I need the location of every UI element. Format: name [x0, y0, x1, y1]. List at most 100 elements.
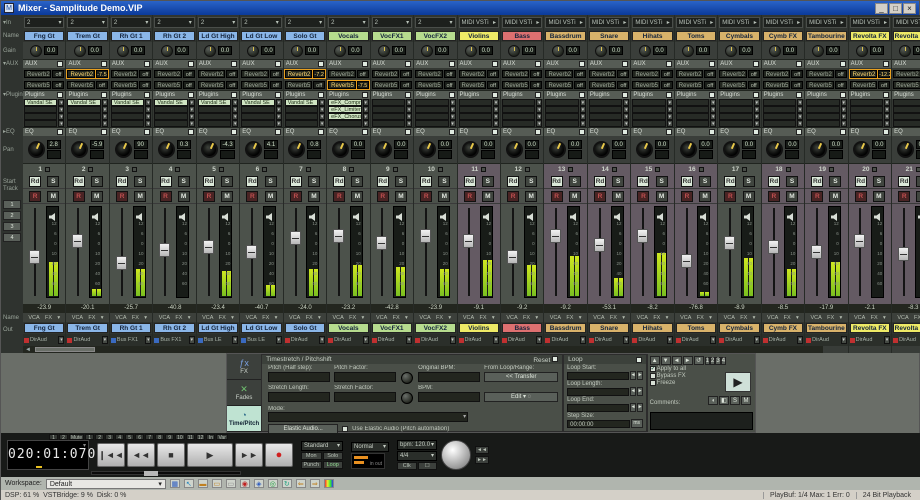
fader-handle[interactable] — [854, 234, 865, 248]
minimize-button[interactable]: _ — [875, 3, 888, 14]
send-slot[interactable]: Reverb5 — [763, 81, 790, 89]
output-select[interactable]: DirAud▾ — [588, 334, 630, 346]
eq-checkbox[interactable] — [579, 129, 585, 135]
plugins-header[interactable]: Plugins — [371, 90, 413, 99]
send-slot[interactable]: Reverb5 — [24, 81, 51, 89]
eq-header[interactable]: EQ — [284, 127, 326, 136]
chevron-down-icon[interactable]: ▾ — [493, 106, 499, 113]
send-value[interactable]: off — [878, 81, 890, 89]
send-value[interactable]: off — [530, 81, 542, 89]
output-select[interactable]: DirAud▾ — [414, 334, 456, 346]
snapshot-button[interactable]: 4 — [721, 357, 726, 365]
fader-handle[interactable] — [333, 229, 344, 243]
plugin-slot[interactable]: ▾ — [198, 120, 238, 127]
object-icon[interactable]: ▭ — [212, 479, 222, 488]
aux-header[interactable]: AUX — [197, 59, 239, 68]
aux-checkbox[interactable] — [144, 61, 150, 67]
channel-name-bottom[interactable]: Hihats — [632, 323, 672, 333]
chevron-down-icon[interactable]: ▾ — [797, 336, 803, 344]
fader-handle[interactable] — [203, 240, 214, 254]
send-value[interactable]: off — [574, 70, 586, 78]
plugin-empty[interactable] — [806, 99, 839, 106]
record-button[interactable]: Rd — [160, 176, 172, 187]
volume-fader[interactable] — [769, 206, 778, 298]
chevron-down-icon[interactable]: ▾ — [406, 106, 412, 113]
plugin-empty[interactable] — [24, 120, 57, 127]
plugin-empty[interactable] — [198, 106, 231, 113]
nudge-back-button[interactable]: ◄◄ — [475, 446, 489, 454]
channel-name[interactable]: Rh Gt 1 — [111, 31, 151, 41]
plugin-slot[interactable]: ▾ — [893, 120, 920, 127]
send-value[interactable]: off — [617, 81, 629, 89]
chevron-down-icon[interactable]: ▾ — [667, 106, 673, 113]
aux-checkbox[interactable] — [275, 61, 281, 67]
plugins-header[interactable]: Plugins — [762, 90, 804, 99]
plugin-empty[interactable] — [285, 106, 318, 113]
fx-button[interactable]: FX — [871, 315, 878, 321]
send-value[interactable]: off — [487, 70, 499, 78]
chevron-down-icon[interactable]: ▾ — [102, 120, 108, 127]
send-slot[interactable]: Reverb5 — [415, 81, 442, 89]
lock-icon[interactable]: ◧ — [719, 396, 729, 405]
gain-knob[interactable] — [378, 45, 390, 57]
record-button[interactable]: ● — [265, 443, 293, 467]
undo-icon[interactable]: ↺ — [694, 356, 704, 365]
send-value[interactable]: off — [139, 81, 151, 89]
fx-play-button[interactable]: ▶ — [725, 372, 751, 392]
gain-knob[interactable] — [682, 45, 694, 57]
plugin-empty[interactable] — [719, 106, 752, 113]
aux-header[interactable]: AUX — [631, 59, 673, 68]
channel-name-bottom[interactable]: Trem Gt — [67, 323, 107, 333]
volume-fader[interactable] — [204, 206, 213, 298]
plugin-slot[interactable]: ▾ — [415, 120, 455, 127]
mode-button[interactable]: Mon — [301, 452, 322, 460]
record-button[interactable]: Rd — [507, 176, 519, 187]
chevron-down-icon[interactable]: ▾ — [363, 106, 369, 113]
volume-fader[interactable] — [812, 206, 821, 298]
eq-header[interactable]: EQ — [762, 127, 804, 136]
range-button[interactable]: Var — [216, 434, 227, 440]
tab-fx[interactable]: ƒxFX — [227, 354, 261, 380]
pan-knob[interactable] — [332, 141, 349, 158]
click-button[interactable]: Clk — [397, 462, 417, 470]
solo-button[interactable]: S — [829, 176, 841, 187]
send-slot[interactable]: Reverb2 — [502, 70, 529, 78]
plugin-empty[interactable] — [676, 120, 709, 127]
plugin-slot[interactable]: ▾ — [285, 113, 325, 120]
send-value[interactable]: off — [835, 81, 847, 89]
mute-button[interactable]: M — [221, 191, 233, 202]
send-value[interactable]: off — [139, 70, 151, 78]
aux-checkbox[interactable] — [709, 61, 715, 67]
plugins-checkbox[interactable] — [492, 92, 498, 98]
plugin-slot[interactable]: ▾ — [24, 120, 64, 127]
aux-header[interactable]: AUX — [110, 59, 152, 68]
move-down-button[interactable]: ▼ — [661, 356, 671, 365]
aux-header[interactable]: AUX — [66, 59, 108, 68]
gain-knob[interactable] — [291, 45, 303, 57]
loop-length-input[interactable] — [567, 388, 629, 396]
send-value[interactable]: off — [183, 81, 195, 89]
eq-checkbox[interactable] — [883, 129, 889, 135]
plugin-slot[interactable]: eFX_Compressor▾ — [328, 99, 368, 106]
nudge-forward-button[interactable]: ►► — [475, 456, 489, 464]
chevron-down-icon[interactable]: ▾ — [580, 99, 586, 106]
channel-name-bottom[interactable]: Cymbals — [719, 323, 759, 333]
vca-button[interactable]: VCA — [463, 315, 474, 321]
chevron-down-icon[interactable]: ▾ — [145, 113, 151, 120]
stretch-length-input[interactable] — [268, 392, 330, 402]
channel-name[interactable]: Trem Gt — [67, 31, 107, 41]
automation-button[interactable]: R — [768, 191, 780, 202]
record-button[interactable]: Rd — [768, 176, 780, 187]
plugins-checkbox[interactable] — [362, 92, 368, 98]
record-button[interactable]: Rd — [637, 176, 649, 187]
plugin-slot[interactable]: Vandal SE▾ — [67, 99, 107, 106]
plugin-empty[interactable] — [850, 99, 883, 106]
plugin-slot[interactable]: ▾ — [806, 99, 846, 106]
plugin-slot[interactable]: ▾ — [241, 120, 281, 127]
checkbox[interactable]: ✓ — [650, 366, 656, 372]
chevron-down-icon[interactable]: ▾ — [276, 113, 282, 120]
chevron-down-icon[interactable]: ▾ — [493, 99, 499, 106]
plugin-empty[interactable] — [502, 113, 535, 120]
send-slot[interactable]: Reverb5 — [502, 81, 529, 89]
plugins-checkbox[interactable] — [579, 92, 585, 98]
